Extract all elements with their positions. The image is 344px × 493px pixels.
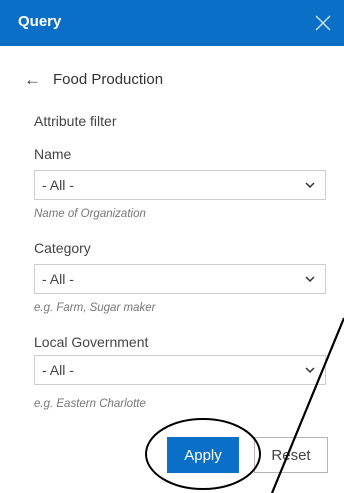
arrow-left-icon[interactable]: ← xyxy=(24,71,41,88)
category-select-value: - All - xyxy=(42,271,74,287)
category-label: Category xyxy=(34,240,91,256)
name-select[interactable]: - All - xyxy=(34,170,326,200)
reset-button[interactable]: Reset xyxy=(254,437,328,473)
local-government-select-value: - All - xyxy=(42,362,74,378)
layer-name: Food Production xyxy=(53,70,164,88)
name-label: Name xyxy=(34,146,72,162)
chevron-down-icon xyxy=(305,367,315,374)
category-hint: e.g. Farm, Sugar maker xyxy=(34,302,156,314)
apply-button[interactable]: Apply xyxy=(167,437,239,473)
panel-title: Query xyxy=(18,13,62,30)
section-heading: Attribute filter xyxy=(34,113,117,129)
back-link[interactable]: ← Food Production xyxy=(24,68,163,90)
local-government-label: Local Government xyxy=(34,334,149,350)
name-hint: Name of Organization xyxy=(34,208,146,220)
close-icon[interactable] xyxy=(312,12,334,34)
name-select-value: - All - xyxy=(42,177,74,193)
local-government-select[interactable]: - All - xyxy=(34,355,326,385)
category-select[interactable]: - All - xyxy=(34,264,326,294)
panel-header: Query xyxy=(0,0,344,46)
local-government-hint: e.g. Eastern Charlotte xyxy=(34,398,146,410)
chevron-down-icon xyxy=(305,276,315,283)
chevron-down-icon xyxy=(305,182,315,189)
